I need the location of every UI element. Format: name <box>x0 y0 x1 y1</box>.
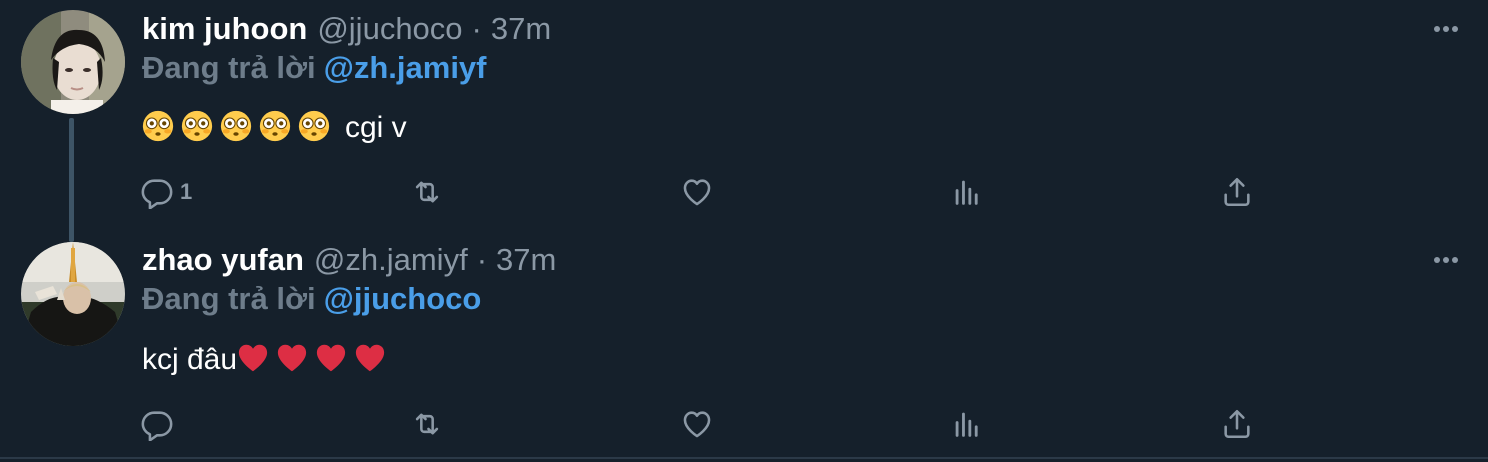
retweet-icon <box>415 413 439 435</box>
like-button[interactable] <box>680 172 714 212</box>
retweet-button[interactable] <box>410 172 444 212</box>
user-handle[interactable]: @zh.jamiyf <box>314 240 468 280</box>
more-options-button[interactable] <box>1428 19 1464 39</box>
more-icon <box>1434 257 1458 263</box>
tweet-header: kim juhoon @jjuchoco · 37m <box>142 9 551 49</box>
mention-link[interactable]: @jjuchoco <box>324 281 482 316</box>
divider <box>0 457 1488 459</box>
red-heart-emoji <box>238 344 268 372</box>
avatar[interactable] <box>21 10 125 114</box>
flushed-face-emoji <box>220 110 252 142</box>
tweet-text: cgi v <box>142 106 407 150</box>
tweet-actions: 1 <box>140 172 1260 212</box>
flushed-face-emoji <box>259 110 291 142</box>
flushed-face-emoji <box>298 110 330 142</box>
tweet-header: zhao yufan @zh.jamiyf · 37m <box>142 240 556 280</box>
display-name[interactable]: kim juhoon <box>142 9 307 49</box>
tweet-text: kcj đâu <box>142 338 393 382</box>
share-button[interactable] <box>1220 172 1254 212</box>
views-icon <box>955 412 978 437</box>
views-button[interactable] <box>950 172 984 212</box>
like-icon <box>683 179 711 206</box>
avatar[interactable] <box>21 242 125 346</box>
share-icon <box>1224 409 1250 439</box>
reply-count: 1 <box>180 179 193 204</box>
red-heart-emoji <box>355 344 385 372</box>
red-heart-emoji <box>316 344 346 372</box>
like-icon <box>683 411 711 438</box>
replying-to: Đang trả lời @jjuchoco <box>142 279 481 319</box>
user-handle[interactable]: @jjuchoco <box>317 9 462 49</box>
flushed-face-emoji <box>181 110 213 142</box>
timestamp[interactable]: 37m <box>491 9 551 49</box>
views-icon <box>955 180 978 205</box>
red-heart-emoji <box>277 344 307 372</box>
timeline: kim juhoon @jjuchoco · 37m Đang trả lời @… <box>0 0 1488 462</box>
reply-button[interactable]: 1 <box>140 172 192 212</box>
separator-dot: · <box>476 242 488 277</box>
tweet-text-content: kcj đâu <box>142 343 238 376</box>
tweet-item[interactable]: zhao yufan @zh.jamiyf · 37m Đang trả lời… <box>0 230 1488 462</box>
display-name[interactable]: zhao yufan <box>142 240 304 280</box>
more-options-button[interactable] <box>1428 250 1464 270</box>
replying-to: Đang trả lời @zh.jamiyf <box>142 48 487 88</box>
replying-to-label: Đang trả lời <box>142 281 316 316</box>
tweet-item[interactable]: kim juhoon @jjuchoco · 37m Đang trả lời @… <box>0 0 1488 230</box>
retweet-button[interactable] <box>410 404 444 444</box>
mention-link[interactable]: @zh.jamiyf <box>324 50 487 85</box>
replying-to-label: Đang trả lời <box>142 50 316 85</box>
retweet-icon <box>415 181 439 203</box>
tweet-actions <box>140 404 1260 444</box>
reply-button[interactable] <box>140 404 180 444</box>
tweet-text-content: cgi v <box>345 111 407 144</box>
views-button[interactable] <box>950 404 984 444</box>
reply-icon <box>141 411 173 441</box>
share-button[interactable] <box>1220 404 1254 444</box>
separator-dot: · <box>471 11 482 46</box>
reply-icon <box>141 179 173 209</box>
avatar-photo <box>21 10 125 114</box>
flushed-face-emoji <box>142 110 174 142</box>
timestamp[interactable]: 37m <box>496 240 556 280</box>
like-button[interactable] <box>680 404 714 444</box>
avatar-photo <box>21 242 125 346</box>
share-icon <box>1224 177 1250 207</box>
more-icon <box>1434 26 1458 32</box>
